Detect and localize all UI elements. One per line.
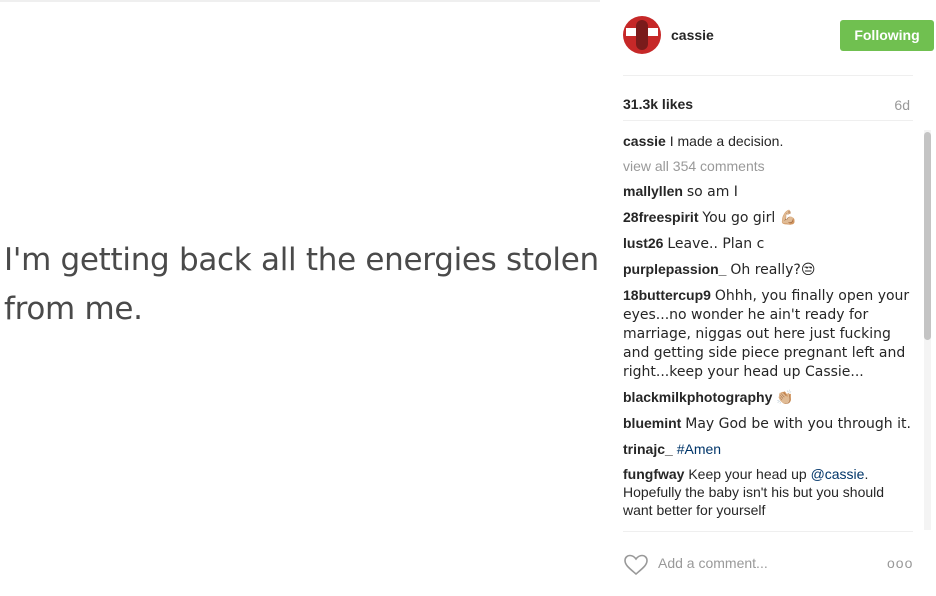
likes-count[interactable]: 31.3k likes xyxy=(623,96,693,112)
author-username[interactable]: cassie xyxy=(671,27,714,43)
comment-item: blackmilkphotography 👏🏼 xyxy=(623,388,915,407)
comment-item: fungfway Keep your head up @cassie. Hope… xyxy=(623,465,915,519)
divider xyxy=(623,75,913,76)
comment-item: mallyllen so am I xyxy=(623,182,915,201)
comment-user[interactable]: 18buttercup9 xyxy=(623,287,711,303)
comments-list: cassie I made a decision. view all 354 c… xyxy=(623,132,915,529)
scrollbar-thumb[interactable] xyxy=(924,132,931,340)
divider xyxy=(623,120,913,121)
comment-text: May God be with you through it. xyxy=(685,416,911,432)
comment-text: so am I xyxy=(686,184,738,200)
more-options-icon[interactable]: ooo xyxy=(887,555,913,571)
comment-user[interactable]: lust26 xyxy=(623,235,663,251)
comment-item: trinajc_ #Amen xyxy=(623,440,915,458)
comment-mention-link[interactable]: @cassie xyxy=(811,466,865,482)
comment-item: lust26 Leave.. Plan c xyxy=(623,234,915,253)
comment-item: bluemint May God be with you through it. xyxy=(623,414,915,433)
post-image[interactable]: I'm getting back all the energies stolen… xyxy=(0,2,600,596)
divider xyxy=(623,531,913,532)
comment-user[interactable]: blackmilkphotography xyxy=(623,389,772,405)
comment-user[interactable]: bluemint xyxy=(623,415,681,431)
caption: cassie I made a decision. xyxy=(623,132,915,150)
comment-user[interactable]: 28freespirit xyxy=(623,209,698,225)
following-button[interactable]: Following xyxy=(840,20,934,51)
comment-text: 👏🏼 xyxy=(776,390,794,406)
comment-item: 28freespirit You go girl 💪🏼 xyxy=(623,208,915,227)
comments-scrollbar[interactable] xyxy=(922,130,932,530)
comment-user[interactable]: trinajc_ xyxy=(623,441,673,457)
post-image-text: I'm getting back all the energies stolen… xyxy=(4,242,599,327)
add-comment-bar: Add a comment... ooo xyxy=(623,548,913,580)
comment-item: 18buttercup9 Ohhh, you finally open your… xyxy=(623,286,915,381)
comment-text: Keep your head up xyxy=(688,466,811,482)
post-sidebar: cassie Following 31.3k likes 6d cassie I… xyxy=(600,0,936,596)
view-all-comments-link[interactable]: view all 354 comments xyxy=(623,157,915,175)
comment-item: purplepassion_ Oh really?😒 xyxy=(623,260,915,279)
post-header: cassie Following xyxy=(623,16,934,56)
caption-user[interactable]: cassie xyxy=(623,133,666,149)
comment-text: Leave.. Plan c xyxy=(667,236,765,252)
heart-icon[interactable] xyxy=(623,553,649,577)
post-age[interactable]: 6d xyxy=(894,97,910,113)
comment-hashtag-link[interactable]: #Amen xyxy=(677,441,721,457)
caption-text: I made a decision. xyxy=(669,133,784,149)
comment-text: You go girl 💪🏼 xyxy=(702,210,798,226)
comment-user[interactable]: purplepassion_ xyxy=(623,261,726,277)
add-comment-input[interactable]: Add a comment... xyxy=(658,555,768,571)
comment-user[interactable]: fungfway xyxy=(623,466,684,482)
comment-text: Oh really?😒 xyxy=(730,262,816,278)
comment-user[interactable]: mallyllen xyxy=(623,183,683,199)
avatar[interactable] xyxy=(623,16,661,54)
